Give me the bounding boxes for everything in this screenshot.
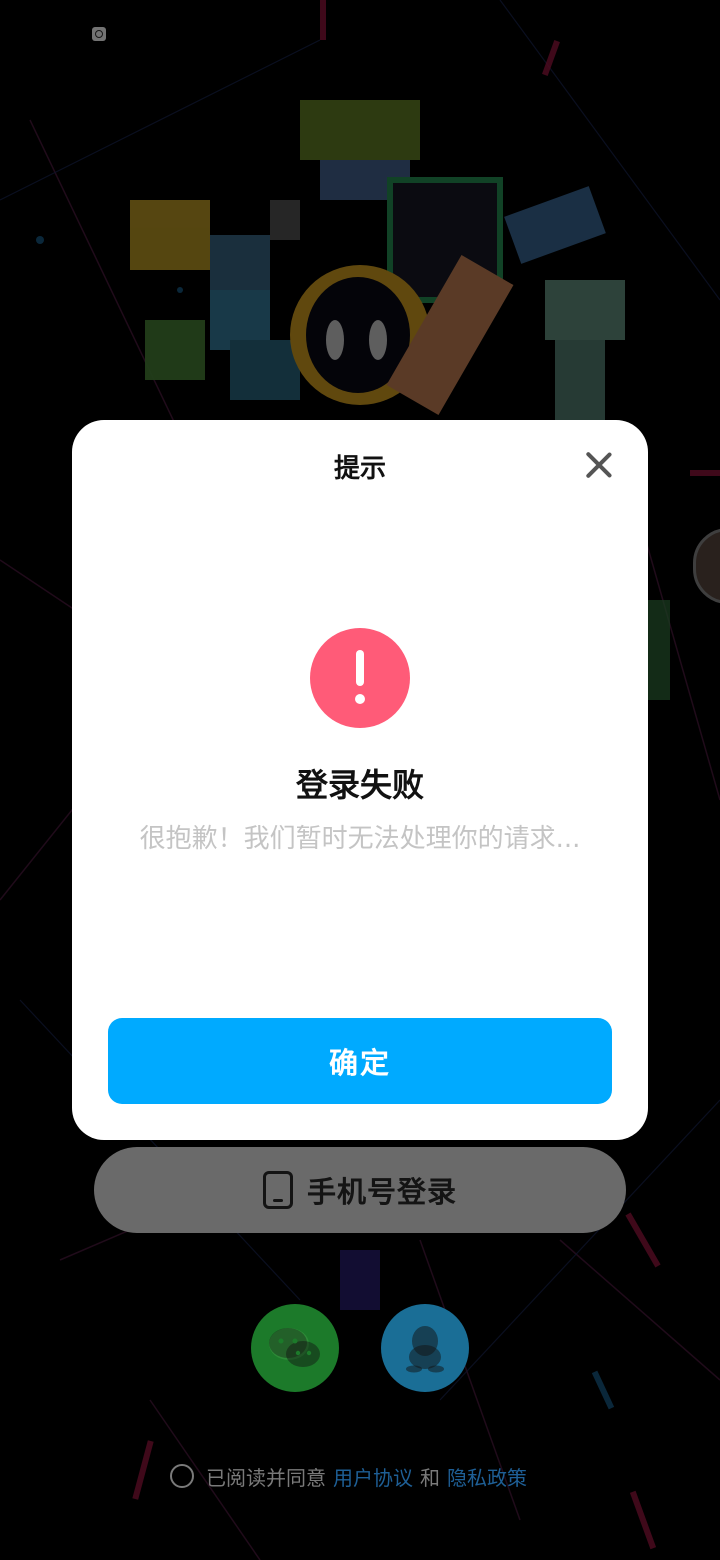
wechat-icon [269,1328,320,1367]
exclamation-icon [310,628,410,728]
qq-login-button[interactable] [381,1304,469,1392]
dialog-message: 很抱歉！我们暂时无法处理你的请求... [139,824,581,854]
agreement-and: 和 [420,1465,440,1490]
phone-login-button[interactable]: 手机号登录 [94,1147,626,1233]
phone-login-label: 手机号登录 [306,1175,457,1209]
user-agreement-link[interactable]: 用户协议 [333,1462,413,1491]
qq-icon [406,1326,444,1373]
dialog-heading: 登录失败 [295,766,424,804]
login-screen: 手机号登录 已阅读并同意 用户协议 和 隐私政策 提示 登录失败 很抱歉！我们暂… [0,0,720,1560]
smartphone-icon [262,1171,293,1209]
agreement-radio[interactable] [170,1464,194,1488]
close-icon[interactable] [584,450,614,480]
wechat-login-button[interactable] [251,1304,339,1392]
confirm-button[interactable]: 确定 [108,1018,612,1104]
privacy-policy-link[interactable]: 隐私政策 [447,1462,527,1491]
agreement-row: 已阅读并同意 用户协议 和 隐私政策 [170,1461,534,1491]
agreement-prefix: 已阅读并同意 [206,1465,326,1490]
